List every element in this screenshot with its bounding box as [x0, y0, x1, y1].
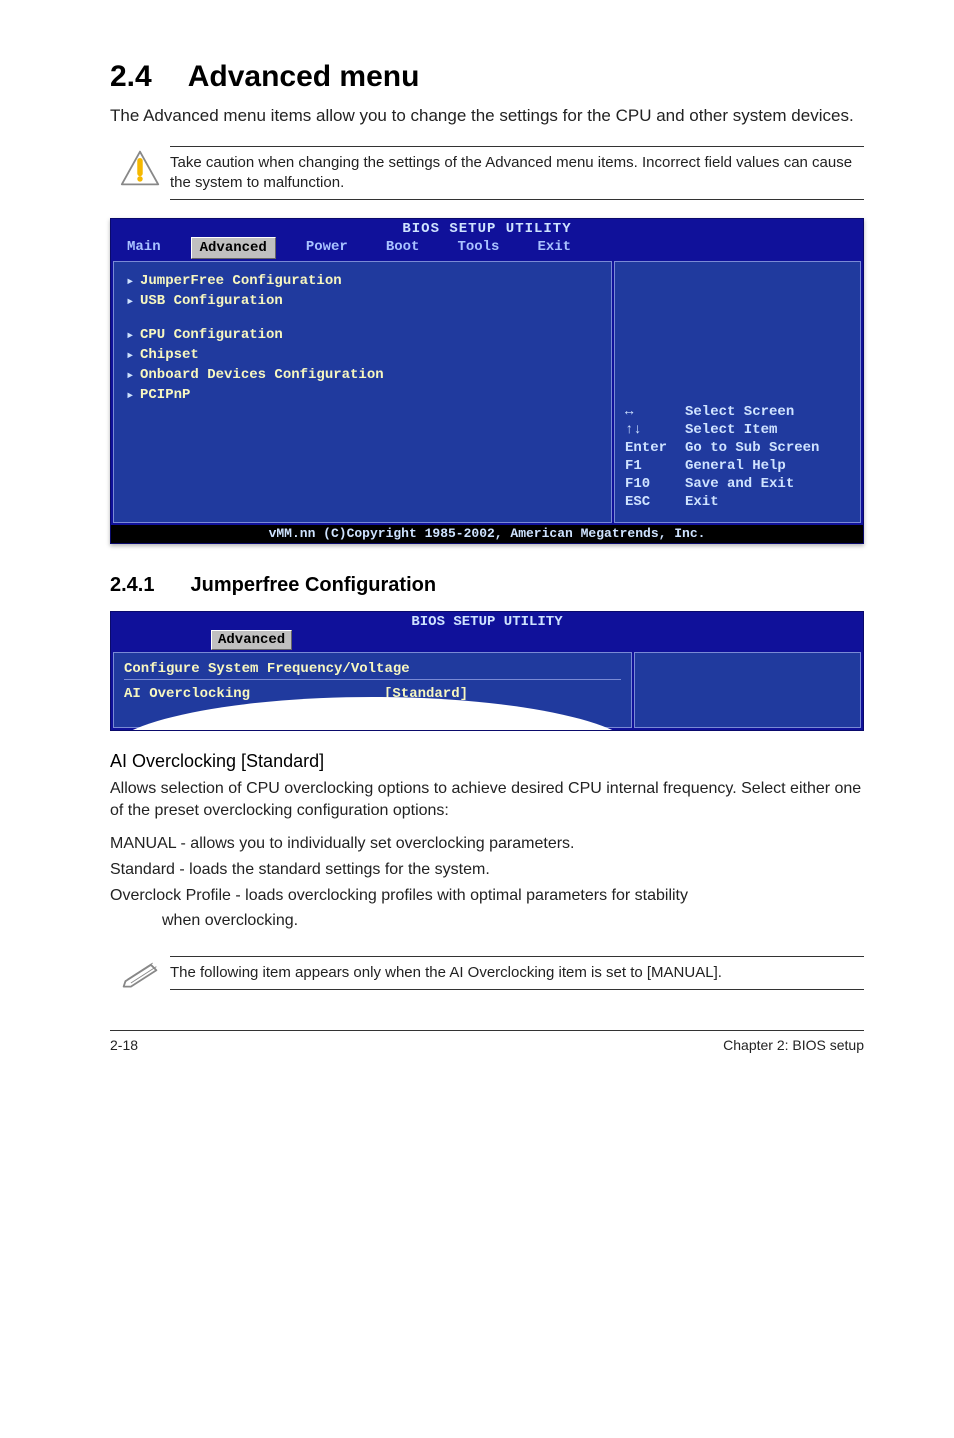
submenu-arrow-icon: ▸	[126, 347, 140, 364]
menu-item[interactable]: ▸ JumperFree Configuration	[126, 272, 599, 290]
option-standard: Standard - loads the standard settings f…	[110, 859, 864, 881]
menu-item[interactable]: ▸ USB Configuration	[126, 292, 599, 310]
legend-row: F10Save and Exit	[625, 476, 850, 494]
panel-heading: Configure System Frequency/Voltage	[124, 659, 621, 680]
section-number: 2.4	[110, 60, 152, 94]
menu-item-label: USB Configuration	[140, 293, 283, 309]
page-number: 2-18	[110, 1037, 138, 1053]
warning-text: Take caution when changing the settings …	[170, 146, 864, 201]
bios-tab-advanced[interactable]: Advanced	[211, 630, 292, 650]
bios-tab-advanced[interactable]: Advanced	[191, 237, 276, 259]
chapter-label: Chapter 2: BIOS setup	[723, 1037, 864, 1053]
submenu-arrow-icon: ▸	[126, 327, 140, 344]
legend-row: ESCExit	[625, 494, 850, 512]
menu-item[interactable]: ▸ CPU Configuration	[126, 326, 599, 344]
bios-left-pane: Configure System Frequency/Voltage AI Ov…	[113, 652, 632, 728]
option-heading: AI Overclocking [Standard]	[110, 751, 864, 772]
bios-left-pane: ▸ JumperFree Configuration ▸ USB Configu…	[113, 261, 612, 523]
warning-icon	[120, 148, 160, 188]
bios-tab-bar: Main Advanced Power Boot Tools Exit	[111, 237, 863, 259]
subsection-number: 2.4.1	[110, 574, 154, 597]
bios-screenshot-jumperfree: BIOS SETUP UTILITY Advanced Configure Sy…	[110, 611, 864, 731]
bios-screenshot-advanced-menu: BIOS SETUP UTILITY Main Advanced Power B…	[110, 218, 864, 544]
menu-item[interactable]: ▸ Chipset	[126, 346, 599, 364]
bios-help-pane	[634, 652, 861, 728]
legend-row: ↔Select Screen	[625, 404, 850, 422]
subsection-title: Jumperfree Configuration	[190, 574, 436, 597]
bios-tab-boot[interactable]: Boot	[378, 237, 428, 259]
section-heading: 2.4 Advanced menu	[110, 60, 864, 94]
submenu-arrow-icon: ▸	[126, 273, 140, 290]
bios-tab-main[interactable]: Main	[119, 237, 169, 259]
bios-tab-exit[interactable]: Exit	[529, 237, 579, 259]
bios-tab-tools[interactable]: Tools	[449, 237, 507, 259]
menu-item-label: PCIPnP	[140, 387, 190, 403]
submenu-arrow-icon: ▸	[126, 387, 140, 404]
note-text: The following item appears only when the…	[170, 956, 864, 990]
bios-title: BIOS SETUP UTILITY	[111, 612, 863, 630]
submenu-arrow-icon: ▸	[126, 293, 140, 310]
option-manual: MANUAL - allows you to individually set …	[110, 833, 864, 855]
page-footer: 2-18 Chapter 2: BIOS setup	[110, 1030, 864, 1053]
menu-item[interactable]: ▸ Onboard Devices Configuration	[126, 366, 599, 384]
subsection-heading: 2.4.1 Jumperfree Configuration	[110, 574, 864, 597]
submenu-arrow-icon: ▸	[126, 367, 140, 384]
bios-tab-power[interactable]: Power	[298, 237, 356, 259]
menu-item-label: Chipset	[140, 347, 199, 363]
menu-item-label: Onboard Devices Configuration	[140, 367, 384, 383]
option-description: Allows selection of CPU overclocking opt…	[110, 778, 864, 821]
bios-footer: vMM.nn (C)Copyright 1985-2002, American …	[111, 525, 863, 543]
section-title: Advanced menu	[188, 60, 420, 94]
option-overclock-profile-line1: Overclock Profile - loads overclocking p…	[110, 885, 864, 907]
legend-row: EnterGo to Sub Screen	[625, 440, 850, 458]
intro-text: The Advanced menu items allow you to cha…	[110, 104, 864, 128]
legend-row: ↑↓Select Item	[625, 422, 850, 440]
warning-callout: Take caution when changing the settings …	[110, 146, 864, 201]
option-overclock-profile-line2: when overclocking.	[162, 910, 864, 932]
menu-item-label: JumperFree Configuration	[140, 273, 342, 289]
bios-title: BIOS SETUP UTILITY	[111, 219, 863, 237]
legend-row: F1General Help	[625, 458, 850, 476]
menu-item-label: CPU Configuration	[140, 327, 283, 343]
pencil-icon	[120, 958, 160, 988]
menu-item[interactable]: ▸ PCIPnP	[126, 386, 599, 404]
bios-help-pane: ↔Select Screen ↑↓Select Item EnterGo to …	[614, 261, 861, 523]
note-callout: The following item appears only when the…	[110, 956, 864, 990]
